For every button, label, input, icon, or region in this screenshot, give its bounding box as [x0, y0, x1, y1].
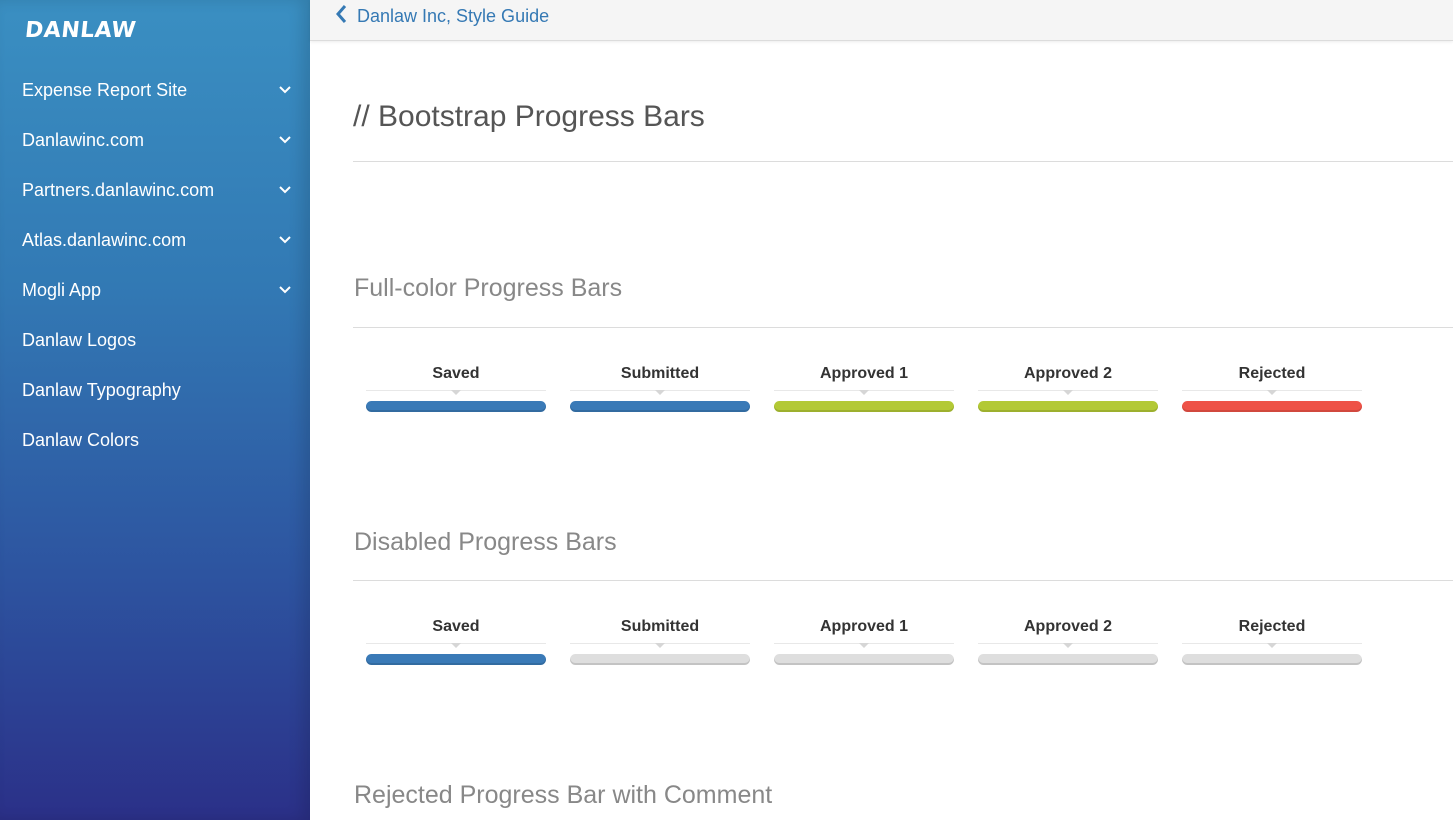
- progress-step-divider: [366, 643, 546, 648]
- divider: [353, 327, 1453, 328]
- sidebar-item-label: Danlaw Colors: [22, 429, 140, 450]
- progress-step-divider: [1182, 390, 1362, 395]
- chevron-down-icon: [278, 283, 292, 297]
- caret-down-icon: [451, 390, 461, 395]
- divider: [353, 580, 1453, 581]
- progress-step-divider: [774, 390, 954, 395]
- progress-step-label: Approved 2: [1023, 618, 1112, 635]
- caret-down-icon: [655, 643, 665, 648]
- sidebar-item-label: Partners.danlawinc.com: [22, 179, 215, 200]
- caret-down-icon: [1063, 643, 1073, 648]
- sidebar-item-danlaw-colors[interactable]: Danlaw Colors: [0, 415, 310, 465]
- sidebar-item-partners[interactable]: Partners.danlawinc.com: [0, 165, 310, 215]
- sidebar-item-expense-report-site[interactable]: Expense Report Site: [0, 65, 310, 115]
- progress-step-label: Rejected: [1238, 618, 1306, 635]
- section-title-rejected-comment: Rejected Progress Bar with Comment: [354, 781, 773, 809]
- progress-step-divider: [570, 390, 750, 395]
- caret-down-icon: [451, 643, 461, 648]
- chevron-down-icon: [278, 83, 292, 97]
- caret-down-icon: [859, 643, 869, 648]
- progress-step: Rejected: [1182, 615, 1362, 665]
- caret-down-icon: [655, 390, 665, 395]
- caret-down-icon: [859, 390, 869, 395]
- sidebar-item-label: Mogli App: [22, 279, 102, 300]
- progress-step-divider: [366, 390, 546, 395]
- progress-step-label: Saved: [432, 365, 480, 382]
- sidebar-item-atlas[interactable]: Atlas.danlawinc.com: [0, 215, 310, 265]
- progress-step-label: Approved 2: [1023, 365, 1112, 382]
- progress-step-label: Rejected: [1238, 365, 1306, 382]
- progress-bars-full-color: Saved Submitted Approved 1 Approved 2 Re…: [366, 362, 1362, 412]
- progress-bar: [978, 654, 1158, 665]
- progress-step-divider: [978, 390, 1158, 395]
- progress-step: Approved 2: [978, 615, 1158, 665]
- progress-bar: [978, 401, 1158, 412]
- progress-bars-disabled: Saved Submitted Approved 1 Approved 2 Re…: [366, 615, 1362, 665]
- progress-step: Submitted: [570, 615, 750, 665]
- progress-step: Submitted: [570, 362, 750, 412]
- chevron-down-icon: [278, 183, 292, 197]
- danlaw-logo[interactable]: DANLAW: [24, 18, 138, 43]
- sidebar-item-mogli-app[interactable]: Mogli App: [0, 265, 310, 315]
- main-content: // Bootstrap Progress Bars Full-color Pr…: [353, 0, 1453, 820]
- progress-step-divider: [1182, 643, 1362, 648]
- caret-down-icon: [1267, 390, 1277, 395]
- progress-step-label: Submitted: [620, 618, 700, 635]
- section-title-disabled: Disabled Progress Bars: [354, 528, 617, 556]
- progress-step: Approved 1: [774, 362, 954, 412]
- progress-step: Approved 2: [978, 362, 1158, 412]
- chevron-left-icon: [335, 4, 347, 29]
- progress-bar: [1182, 654, 1362, 665]
- progress-step-label: Approved 1: [819, 365, 908, 382]
- progress-step: Rejected: [1182, 362, 1362, 412]
- page-title: // Bootstrap Progress Bars: [353, 100, 705, 133]
- section-title-full-color: Full-color Progress Bars: [354, 274, 623, 302]
- sidebar-item-label: Danlaw Logos: [22, 329, 137, 350]
- progress-step: Saved: [366, 615, 546, 665]
- progress-bar: [570, 654, 750, 665]
- sidebar-item-label: Danlaw Typography: [22, 379, 181, 400]
- progress-step: Saved: [366, 362, 546, 412]
- sidebar: DANLAW Expense Report Site Danlawinc.com…: [0, 0, 310, 820]
- progress-bar: [1182, 401, 1362, 412]
- progress-bar: [366, 654, 546, 665]
- progress-step: Approved 1: [774, 615, 954, 665]
- sidebar-item-danlaw-logos[interactable]: Danlaw Logos: [0, 315, 310, 365]
- caret-down-icon: [1267, 643, 1277, 648]
- progress-step-divider: [774, 643, 954, 648]
- sidebar-item-danlawinc-com[interactable]: Danlawinc.com: [0, 115, 310, 165]
- progress-step-label: Submitted: [620, 365, 700, 382]
- progress-bar: [570, 401, 750, 412]
- progress-bar: [366, 401, 546, 412]
- sidebar-item-label: Danlawinc.com: [22, 129, 145, 150]
- divider: [353, 161, 1453, 162]
- chevron-down-icon: [278, 233, 292, 247]
- progress-step-divider: [978, 643, 1158, 648]
- progress-step-divider: [570, 643, 750, 648]
- progress-bar: [774, 401, 954, 412]
- sidebar-item-label: Expense Report Site: [22, 79, 188, 100]
- chevron-down-icon: [278, 133, 292, 147]
- caret-down-icon: [1063, 390, 1073, 395]
- sidebar-item-danlaw-typography[interactable]: Danlaw Typography: [0, 365, 310, 415]
- progress-step-label: Approved 1: [819, 618, 908, 635]
- sidebar-nav: Expense Report Site Danlawinc.com Partne…: [0, 65, 310, 465]
- progress-step-label: Saved: [432, 618, 480, 635]
- progress-bar: [774, 654, 954, 665]
- sidebar-item-label: Atlas.danlawinc.com: [22, 229, 187, 250]
